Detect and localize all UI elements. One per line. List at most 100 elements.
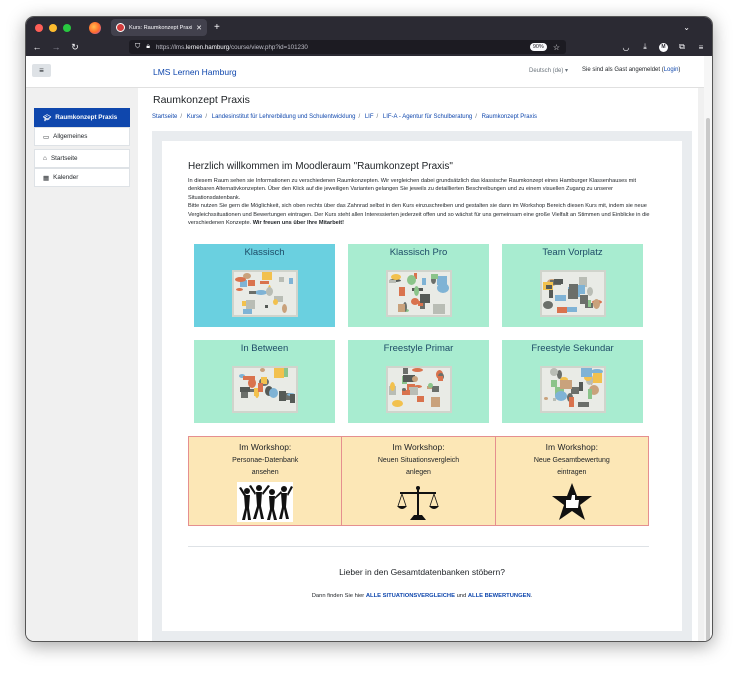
floorplan-image — [231, 270, 298, 317]
page-scrollbar[interactable] — [704, 56, 712, 641]
floorplan-furniture — [554, 295, 566, 301]
floorplan-furniture — [579, 295, 588, 304]
breadcrumb-lif-a[interactable]: LIF-A - Agentur für Schulberatung — [383, 114, 472, 120]
new-tab-icon[interactable]: + — [214, 22, 220, 33]
url-bar[interactable]: ⛉ 🔒︎ https://lms.lernen.hamburg/course/v… — [129, 40, 566, 54]
browser-window: Kurs: Raumkonzept Praxis ✕ + ⌄ ← → ↻ ⛉ 🔒… — [25, 16, 713, 642]
all-situations-link[interactable]: ALLE SITUATIONSVERGLEICHE — [366, 593, 455, 599]
workshop-subtitle: Personae-Datenbank ansehen — [189, 455, 341, 479]
welcome-heading: Herzlich willkommen im Moodleraum "Raumk… — [188, 161, 453, 172]
close-window-button[interactable] — [35, 23, 43, 32]
all-ratings-link[interactable]: ALLE BEWERTUNGEN — [468, 593, 531, 599]
site-name-link[interactable]: LMS Lernen Hamburg — [153, 67, 237, 77]
floorplan-furniture — [259, 281, 269, 284]
tab-close-icon[interactable]: ✕ — [196, 24, 202, 32]
downloads-icon[interactable]: ⤓ — [640, 42, 650, 52]
intro-text: In diesem Raum sehen sie Informationen z… — [188, 177, 650, 227]
lock-icon[interactable]: 🔒︎ — [146, 43, 150, 51]
sidebar-item-allgemeines[interactable]: ▭ Allgemeines — [34, 127, 130, 146]
tab-list-chevron-icon[interactable]: ⌄ — [683, 23, 690, 32]
floorplan-image — [385, 366, 452, 413]
workshop-title: Im Workshop: — [239, 442, 292, 452]
workshop-situationsvergleich[interactable]: Im Workshop: Neuen Situationsvergleich an… — [342, 436, 496, 526]
extensions-icon[interactable]: ⧉ — [677, 42, 687, 52]
floorplan-furniture — [545, 285, 552, 289]
floorplan-furniture — [437, 376, 443, 381]
tile-label: Freestyle Primar — [383, 343, 454, 354]
breadcrumb-kurse[interactable]: Kurse — [187, 114, 203, 120]
floorplan-furniture — [430, 397, 440, 407]
minimize-window-button[interactable] — [49, 23, 57, 32]
sidebar-item-label: Startseite — [50, 155, 78, 162]
favicon-icon — [116, 23, 125, 32]
forward-arrow-icon[interactable]: → — [51, 42, 61, 52]
maximize-window-button[interactable] — [63, 23, 71, 32]
pocket-icon[interactable]: ◡ — [621, 43, 631, 52]
floorplan-image — [539, 366, 606, 413]
sidebar-item-kalender[interactable]: ▦ Kalender — [34, 168, 130, 187]
login-link[interactable]: Login — [664, 67, 679, 73]
workshop-gesamtbewertung[interactable]: Im Workshop: Neue Gesamtbewertung eintrag… — [495, 436, 649, 526]
breadcrumb: Startseite / Kurse / Landesinstitut für Le… — [152, 114, 537, 120]
calendar-icon: ▦ — [43, 174, 50, 182]
account-avatar[interactable]: M — [659, 42, 668, 52]
tile-in-between[interactable]: In Between — [194, 340, 335, 423]
floorplan-furniture — [259, 368, 265, 372]
breadcrumb-lif[interactable]: LIF — [365, 114, 374, 120]
tile-klassisch[interactable]: Klassisch — [194, 244, 335, 327]
floorplan-furniture — [245, 300, 255, 309]
floorplan-furniture — [419, 294, 430, 303]
browser-tab[interactable]: Kurs: Raumkonzept Praxis ✕ — [111, 19, 207, 36]
tile-freestyle-sekundar[interactable]: Freestyle Sekundar — [502, 340, 643, 423]
scrollbar-thumb[interactable] — [706, 118, 710, 641]
floorplan-furniture — [254, 290, 267, 295]
floorplan-furniture — [289, 394, 295, 403]
sidebar-item-startseite[interactable]: ⌂ Startseite — [34, 149, 130, 168]
floorplan-furniture — [430, 274, 438, 279]
floorplan-furniture — [234, 277, 246, 282]
floorplan-furniture — [431, 386, 439, 392]
tile-klassisch-pro[interactable]: Klassisch Pro — [348, 244, 489, 327]
section-divider — [188, 546, 649, 547]
back-arrow-icon[interactable]: ← — [32, 42, 42, 52]
floorplan-furniture — [278, 391, 286, 401]
floorplan-image — [231, 366, 298, 413]
tile-label: In Between — [240, 343, 289, 354]
floorplan-furniture — [421, 278, 426, 285]
floorplan-furniture — [554, 391, 567, 401]
breadcrumb-startseite[interactable]: Startseite — [152, 114, 177, 120]
page-title: Raumkonzept Praxis — [153, 94, 250, 106]
url-prefix: https://lms. — [155, 43, 186, 51]
shield-icon[interactable]: ⛉ — [135, 43, 140, 51]
floorplan-furniture — [268, 388, 278, 398]
reload-icon[interactable]: ↻ — [70, 42, 80, 53]
drawer-toggle-button[interactable]: ≡ — [32, 64, 51, 77]
url-domain: lernen.hamburg — [185, 43, 230, 51]
floorplan-furniture — [577, 402, 589, 407]
workshop-personae-datenbank[interactable]: Im Workshop: Personae-Datenbank ansehen — [188, 436, 343, 526]
sidebar-item-course[interactable]: 🎓︎ Raumkonzept Praxis — [34, 108, 130, 127]
tile-team-vorplatz[interactable]: Team Vorplatz — [502, 244, 643, 327]
zoom-level-badge[interactable]: 90% — [529, 43, 547, 51]
floorplan-furniture — [408, 387, 418, 395]
bookmark-star-icon[interactable]: ☆ — [553, 43, 560, 52]
language-selector[interactable]: Deutsch (de) ▾ — [529, 67, 568, 74]
browse-databases-heading: Lieber in den Gesamtdatenbanken stöbern? — [339, 567, 505, 577]
course-section: Herzlich willkommen im Moodleraum "Raumk… — [162, 141, 682, 631]
breadcrumb-current[interactable]: Raumkonzept Praxis — [482, 114, 537, 120]
guest-login-info: Sie sind als Gast angemeldet (Login) — [582, 67, 680, 73]
breadcrumb-landesinstitut[interactable]: Landesinstitut für Lehrerbildung und Sch… — [212, 114, 356, 120]
floorplan-furniture — [411, 368, 423, 372]
home-icon: ⌂ — [43, 155, 47, 162]
menu-icon[interactable]: ≡ — [696, 43, 706, 52]
tile-label: Klassisch — [244, 247, 285, 258]
url-text[interactable]: https://lms.lernen.hamburg/course/view.p… — [156, 44, 524, 51]
title-bar: Kurs: Raumkonzept Praxis ✕ + ⌄ — [26, 17, 712, 38]
floorplan-furniture — [568, 397, 574, 407]
floorplan-furniture — [281, 304, 287, 313]
firefox-view-icon[interactable] — [89, 21, 101, 34]
floorplan-furniture — [249, 389, 254, 392]
tile-freestyle-primar[interactable]: Freestyle Primar — [348, 340, 489, 423]
workshop-subtitle: Neue Gesamtbewertung eintragen — [496, 455, 648, 479]
workshop-line-1: Neue Gesamtbewertung — [533, 457, 610, 464]
